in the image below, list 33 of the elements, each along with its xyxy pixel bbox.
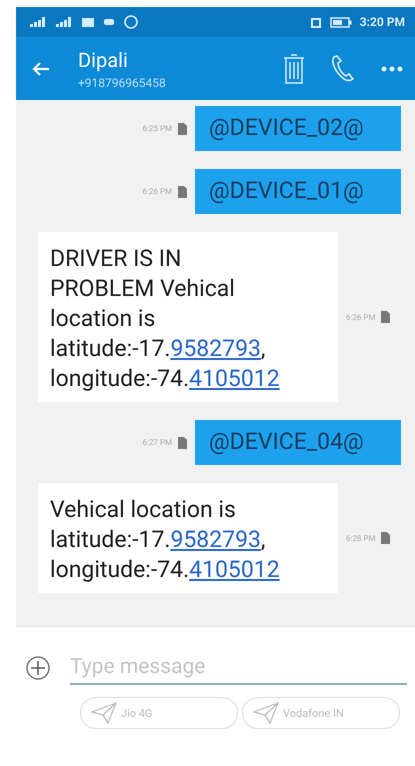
sent-message: @DEVICE_01@ xyxy=(195,169,401,214)
coordinate-link[interactable]: 9582793 xyxy=(170,526,261,553)
sent-message: @DEVICE_04@ xyxy=(195,420,401,465)
paper-plane-icon xyxy=(253,702,279,724)
message-time: 6:27 PM xyxy=(142,438,172,447)
message-input[interactable]: Type message xyxy=(70,651,407,685)
back-arrow-icon[interactable] xyxy=(32,60,50,76)
message-time: 6:26 PM xyxy=(142,187,172,196)
received-message: DRIVER IS IN PROBLEM Vehical location is latitude:-17.9582793, longitude:-74.4105012 xyxy=(38,232,338,402)
trash-icon[interactable] xyxy=(283,54,305,84)
sim-icon xyxy=(178,436,187,448)
paper-plane-icon xyxy=(91,702,117,724)
message-time: 6:28 PM xyxy=(346,534,376,542)
sim-icon xyxy=(178,122,187,134)
battery-icon xyxy=(330,16,352,28)
signal-icon xyxy=(56,17,72,27)
message-time: 6:26 PM xyxy=(346,312,376,322)
received-message: Vehical location is latitude:-17.9582793, longitude:-74.4105012 xyxy=(38,483,338,593)
sent-message: @DEVICE_02@ xyxy=(195,106,401,151)
contact-number: +918796965458 xyxy=(78,76,167,90)
sim-icon xyxy=(381,532,390,544)
coordinate-link[interactable]: 4105012 xyxy=(189,365,280,392)
coordinate-link[interactable]: 9582793 xyxy=(170,335,261,362)
phone-icon[interactable] xyxy=(331,54,355,82)
contact-name: Dipali xyxy=(78,48,129,72)
more-icon[interactable] xyxy=(381,66,403,72)
message-time: 6:25 PM xyxy=(142,124,172,133)
sim-icon xyxy=(381,311,390,323)
add-icon[interactable] xyxy=(26,656,50,680)
sim-icon xyxy=(178,186,187,198)
clock: 3:20 PM xyxy=(360,15,405,29)
coordinate-link[interactable]: 4105012 xyxy=(189,556,280,583)
signal-icon xyxy=(30,17,46,27)
